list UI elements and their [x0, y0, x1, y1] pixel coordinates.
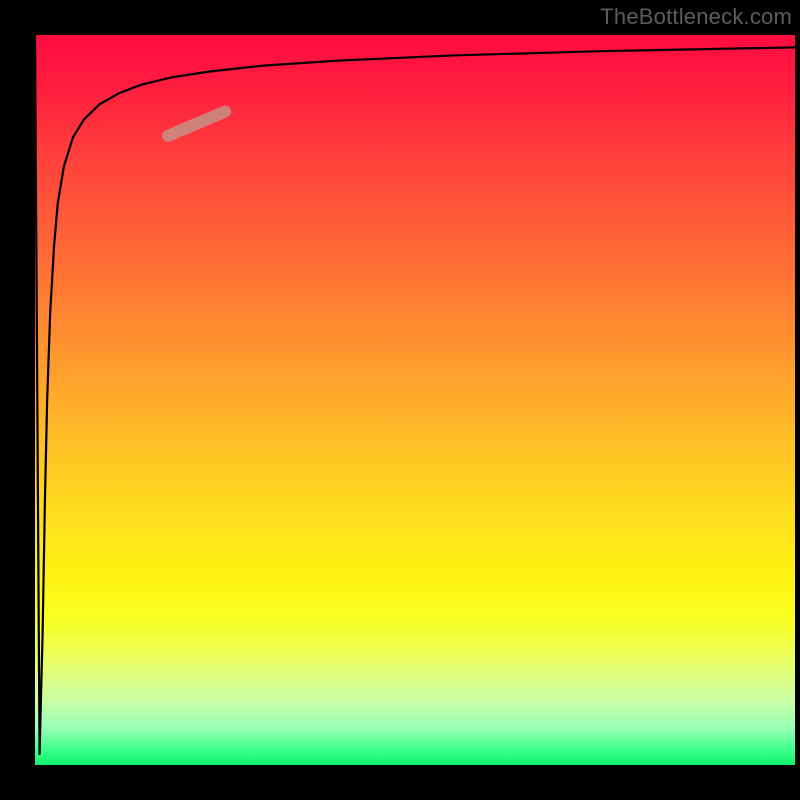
highlight-marker: [168, 112, 225, 136]
curve-layer: [35, 35, 795, 765]
chart-stage: TheBottleneck.com: [0, 0, 800, 800]
bottleneck-curve: [35, 35, 795, 754]
plot-area: [35, 35, 795, 765]
attribution-text: TheBottleneck.com: [600, 4, 792, 30]
